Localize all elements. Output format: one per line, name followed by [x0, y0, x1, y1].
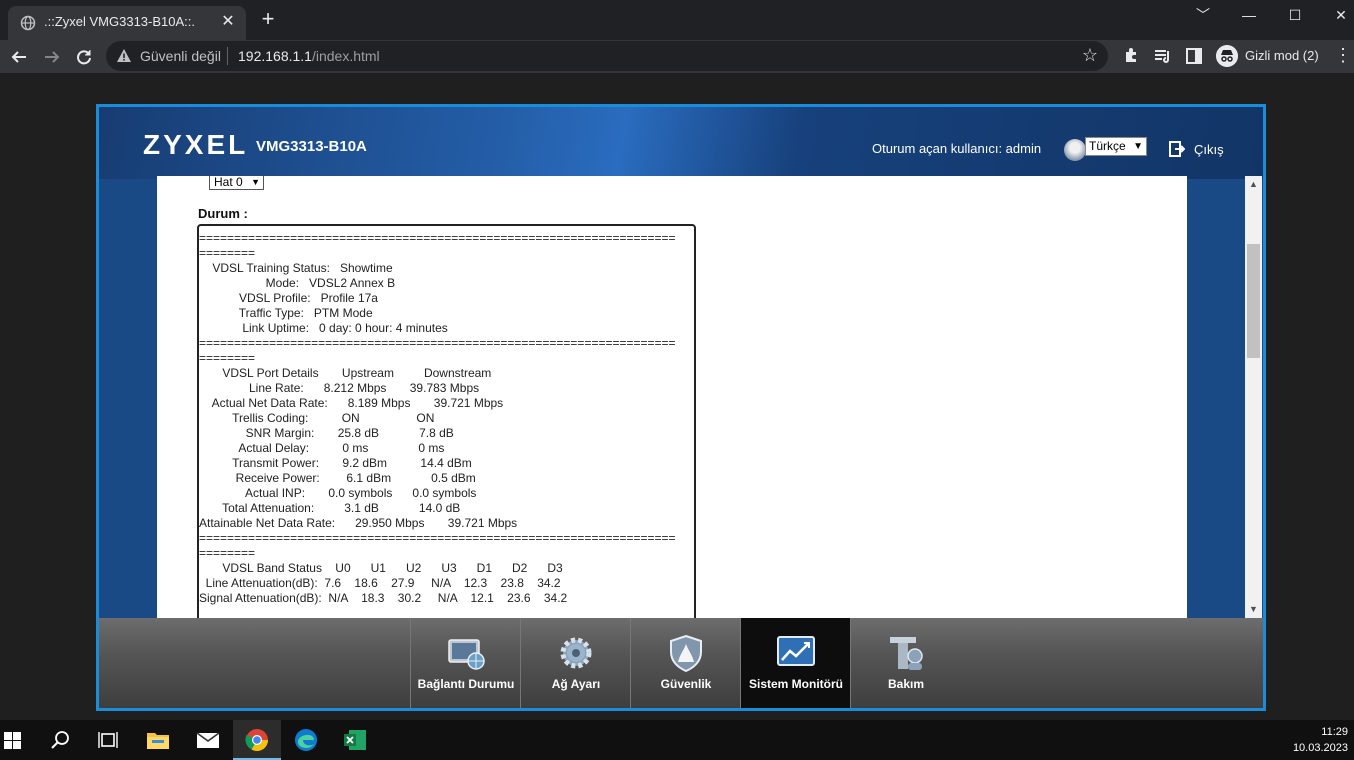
globe-icon [20, 15, 36, 31]
arrow-right-icon [45, 51, 60, 63]
maximize-button[interactable]: ☐ [1272, 0, 1318, 32]
chrome-icon [245, 729, 268, 751]
search-icon [51, 731, 69, 749]
nav-label: Bakım [887, 677, 925, 691]
chevron-down-icon: ▼ [1133, 141, 1143, 152]
omnibox-divider [227, 47, 228, 65]
task-view-icon [98, 732, 118, 748]
back-button[interactable] [6, 44, 32, 70]
incognito-label: Gizli mod (2) [1245, 48, 1319, 63]
url-path: /index.html [311, 48, 380, 64]
browser-toolbar: Güvenli değil 192.168.1.1/index.html ☆ G… [0, 40, 1354, 73]
nav-label: Ağ Ayarı [551, 677, 601, 691]
shield-icon [670, 634, 702, 672]
nav-security[interactable]: Güvenlik [630, 618, 740, 708]
scroll-up-icon[interactable]: ▲ [1245, 176, 1262, 193]
nav-connection-status[interactable]: Bağlantı Durumu [410, 618, 520, 708]
search-button[interactable] [36, 720, 84, 760]
forward-button[interactable] [39, 44, 65, 70]
bookmark-star-icon[interactable]: ☆ [1082, 45, 1098, 66]
side-panel-icon[interactable] [1184, 46, 1204, 66]
media-queue-icon[interactable] [1153, 46, 1173, 66]
incognito-profile-button[interactable]: Gizli mod (2) [1214, 43, 1324, 69]
url-text[interactable]: 192.168.1.1/index.html [238, 48, 380, 64]
browser-tab[interactable]: .::Zyxel VMG3313-B10A::. ✕ [8, 6, 246, 40]
security-status[interactable]: Güvenli değil [140, 48, 221, 64]
nav-system-monitor[interactable]: Sistem Monitörü [740, 618, 850, 708]
reload-icon [77, 50, 91, 65]
address-bar[interactable]: Güvenli değil 192.168.1.1/index.html ☆ [106, 41, 1108, 71]
excel-icon [344, 730, 366, 750]
status-heading: Durum : [198, 206, 248, 221]
nav-label: Güvenlik [660, 677, 712, 691]
mail-icon [196, 732, 220, 748]
bottom-nav: Bağlantı Durumu Ağ Ayarı Güvenlik Sistem… [99, 618, 1263, 708]
line-select[interactable]: Hat 0 ▼ [209, 176, 264, 190]
status-textarea[interactable]: ========================================… [197, 224, 696, 618]
folder-icon [147, 733, 169, 749]
router-header: ZYXEL VMG3313-B10A Oturum açan kullanıcı… [99, 107, 1263, 179]
logout-icon[interactable] [1169, 141, 1185, 157]
system-clock[interactable]: 11:29 10.03.2023 [1293, 724, 1348, 756]
user-avatar-icon [1064, 139, 1086, 161]
maintenance-icon [890, 637, 923, 670]
warning-icon [117, 49, 131, 62]
scroll-down-icon[interactable]: ▼ [1245, 601, 1262, 618]
clock-date: 10.03.2023 [1292, 742, 1348, 754]
chevron-down-icon: ▼ [251, 177, 260, 187]
connection-status-icon [448, 639, 485, 670]
logged-in-user: Oturum açan kullanıcı: admin [872, 141, 1042, 156]
browser-tabstrip: .::Zyxel VMG3313-B10A::. ✕ + ﹀ — ☐ ✕ [0, 0, 1354, 40]
status-text: ========================================… [199, 231, 676, 605]
zyxel-logo: ZYXEL [143, 129, 249, 160]
nav-maintenance[interactable]: Bakım [850, 618, 960, 708]
extensions-puzzle-icon[interactable] [1122, 46, 1142, 66]
tab-search-icon[interactable]: ﹀ [1180, 0, 1226, 32]
clock-time: 11:29 [1321, 726, 1348, 738]
main-content: Hat 0 ▼ Durum : ========================… [157, 176, 1187, 618]
browser-menu-icon[interactable]: ⋮ [1334, 46, 1352, 66]
nav-label: Sistem Monitörü [748, 677, 843, 691]
logout-link[interactable]: Çıkış [1194, 142, 1224, 157]
tab-close-icon[interactable]: ✕ [218, 12, 238, 32]
nav-label: Bağlantı Durumu [417, 677, 515, 691]
language-select[interactable]: Türkçe ▼ [1085, 137, 1147, 156]
close-window-button[interactable]: ✕ [1318, 0, 1354, 32]
scroll-thumb[interactable] [1247, 244, 1260, 358]
task-view-button[interactable] [84, 720, 132, 760]
reload-button[interactable] [71, 44, 97, 70]
gear-icon [560, 637, 592, 669]
windows-taskbar: 11:29 10.03.2023 [0, 720, 1354, 760]
new-tab-button[interactable]: + [256, 8, 280, 32]
minimize-button[interactable]: — [1226, 0, 1272, 32]
line-select-value: Hat 0 [214, 176, 243, 189]
router-page: ZYXEL VMG3313-B10A Oturum açan kullanıcı… [96, 104, 1266, 711]
taskbar-mail[interactable] [184, 720, 232, 760]
language-value: Türkçe [1089, 139, 1126, 153]
taskbar-chrome[interactable] [233, 720, 281, 760]
taskbar-edge[interactable] [282, 720, 330, 760]
windows-logo-icon [4, 732, 21, 749]
incognito-icon [1216, 45, 1238, 67]
page-scrollbar[interactable]: ▲ ▼ [1245, 176, 1262, 618]
url-host: 192.168.1.1 [238, 48, 312, 64]
model-name: VMG3313-B10A [256, 138, 367, 155]
nav-network-settings[interactable]: Ağ Ayarı [520, 618, 630, 708]
taskbar-excel[interactable] [331, 720, 379, 760]
arrow-left-icon [11, 51, 26, 63]
monitor-chart-icon [777, 636, 815, 666]
edge-icon [295, 729, 317, 751]
taskbar-file-explorer[interactable] [134, 720, 182, 760]
tab-title: .::Zyxel VMG3313-B10A::. [44, 14, 196, 29]
